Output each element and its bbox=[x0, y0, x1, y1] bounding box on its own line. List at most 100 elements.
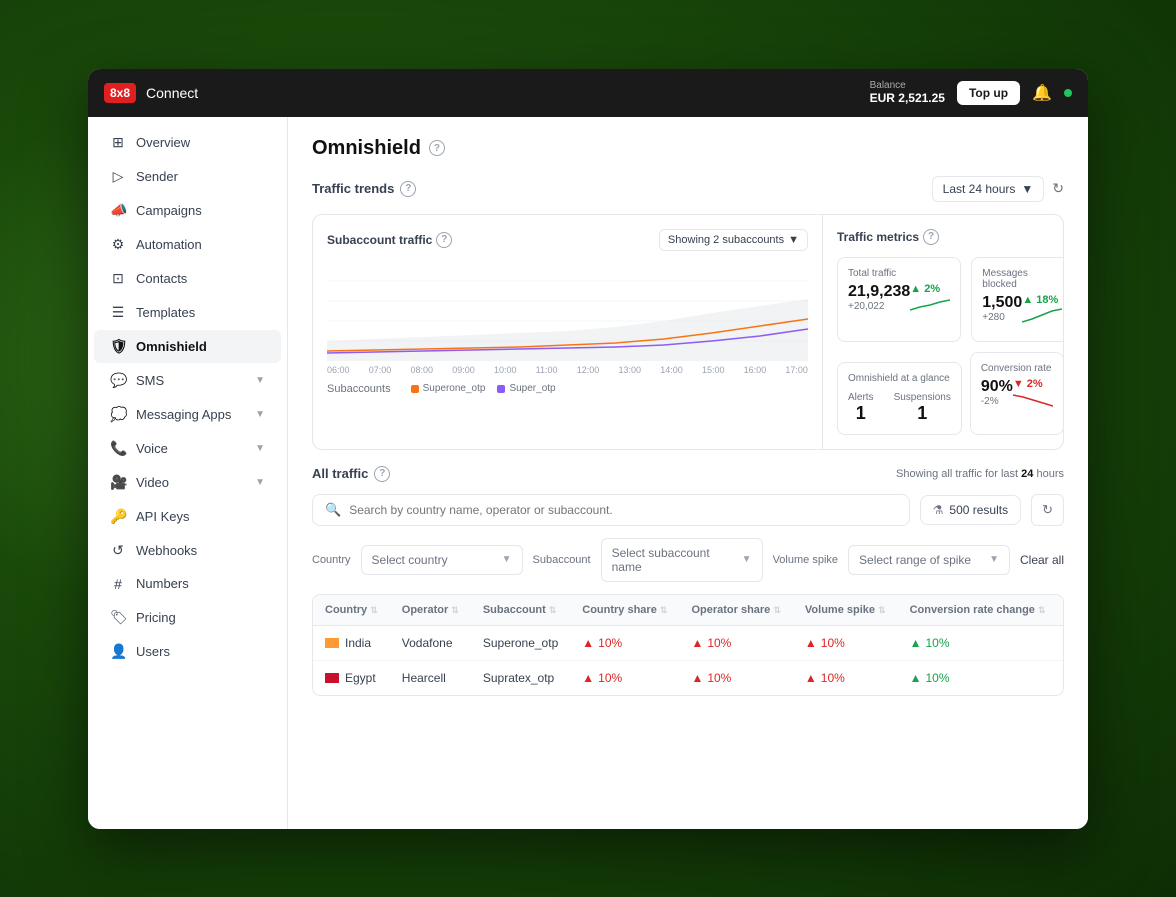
sidebar-item-automation[interactable]: ⚙ Automation bbox=[94, 228, 281, 261]
subaccount-filter-label: Subaccount bbox=[533, 554, 591, 566]
sidebar-item-label: Omnishield bbox=[136, 339, 207, 354]
sidebar-item-pricing[interactable]: 🏷 Pricing bbox=[94, 601, 281, 634]
table: Country ⇅ Operator ⇅ Subaccount ⇅ Countr… bbox=[313, 595, 1064, 695]
omnishield-glance-card: Omnishield at a glance Alerts 1 Suspensi… bbox=[837, 362, 962, 435]
bell-icon[interactable]: 🔔 bbox=[1032, 83, 1052, 103]
th-operator[interactable]: Operator ⇅ bbox=[390, 595, 471, 626]
chevron-down-icon: ▼ bbox=[255, 443, 265, 454]
refresh-table-button[interactable]: ↻ bbox=[1031, 494, 1064, 526]
filter-icon: ⚗ bbox=[933, 503, 944, 517]
th-operator-share[interactable]: Operator share ⇅ bbox=[679, 595, 792, 626]
search-input[interactable] bbox=[349, 503, 896, 517]
subaccounts-filter-button[interactable]: Showing 2 subaccounts ▼ bbox=[659, 229, 808, 251]
table-row: India Vodafone Superone_otp ▲ 10% ▲ 10% … bbox=[313, 625, 1064, 660]
glance-row: Alerts 1 Suspensions 1 bbox=[848, 392, 951, 424]
total-traffic-card: Total traffic 21,9,238 +20,022 ▲ 2% bbox=[837, 257, 961, 342]
volume-spike-filter-select[interactable]: Select range of spike ▼ bbox=[848, 545, 1010, 575]
sidebar-item-label: Overview bbox=[136, 135, 190, 150]
conversion-rate-sub: -2% bbox=[981, 396, 1013, 407]
th-volume-spike[interactable]: Volume spike ⇅ bbox=[793, 595, 898, 626]
messages-blocked-label: Messages blocked bbox=[982, 268, 1062, 290]
arrow-up-green-icon: ▲ bbox=[910, 671, 922, 685]
td-operator: Vodafone bbox=[390, 625, 471, 660]
conversion-rate-value: 90% bbox=[981, 378, 1013, 396]
refresh-button[interactable]: ↻ bbox=[1052, 180, 1064, 197]
bottom-metrics: Omnishield at a glance Alerts 1 Suspensi… bbox=[837, 352, 1049, 435]
sidebar-item-overview[interactable]: ⊞ Overview bbox=[94, 126, 281, 159]
th-subaccount[interactable]: Subaccount ⇅ bbox=[471, 595, 570, 626]
sidebar-item-numbers[interactable]: # Numbers bbox=[94, 568, 281, 600]
sidebar-item-label: Templates bbox=[136, 305, 195, 320]
th-conversion-rate-change[interactable]: Conversion rate change ⇅ bbox=[898, 595, 1058, 626]
sidebar-item-messaging-apps[interactable]: 💭 Messaging Apps ▼ bbox=[94, 398, 281, 431]
status-dot bbox=[1064, 89, 1072, 97]
messages-blocked-value: 1,500 bbox=[982, 294, 1022, 312]
metrics-info-icon[interactable]: ? bbox=[923, 229, 939, 245]
users-icon: 👤 bbox=[110, 643, 126, 660]
chart-section: Subaccount traffic ? Showing 2 subaccoun… bbox=[313, 215, 823, 449]
logo: 8x8 bbox=[104, 83, 136, 103]
all-traffic-info-icon[interactable]: ? bbox=[374, 466, 390, 482]
omnishield-info-icon[interactable]: ? bbox=[429, 140, 445, 156]
td-subaccount: Supratex_otp bbox=[471, 660, 570, 695]
glance-title: Omnishield at a glance bbox=[848, 373, 951, 384]
sidebar-item-sender[interactable]: ▷ Sender bbox=[94, 160, 281, 193]
suspensions-value: 1 bbox=[894, 403, 951, 424]
topup-button[interactable]: Top up bbox=[957, 81, 1020, 105]
chevron-down-icon: ▼ bbox=[742, 554, 752, 565]
sidebar-item-sms[interactable]: 💬 SMS ▼ bbox=[94, 364, 281, 397]
td-operator: Hearcell bbox=[390, 660, 471, 695]
th-country-share[interactable]: Country share ⇅ bbox=[570, 595, 679, 626]
sidebar-item-campaigns[interactable]: 📣 Campaigns bbox=[94, 194, 281, 227]
time-filter-button[interactable]: Last 24 hours ▼ bbox=[932, 176, 1045, 202]
td-operator-share: ▲ 10% bbox=[679, 660, 792, 695]
total-traffic-change: ▲ 2% bbox=[910, 283, 950, 295]
sms-icon: 💬 bbox=[110, 372, 126, 389]
arrow-up-icon: ▲ bbox=[805, 671, 817, 685]
td-country: India bbox=[313, 625, 390, 660]
chevron-down-icon: ▼ bbox=[255, 409, 265, 420]
arrow-up-icon: ▲ bbox=[582, 636, 594, 650]
sidebar-item-voice[interactable]: 📞 Voice ▼ bbox=[94, 432, 281, 465]
chart-legend: Subaccounts Superone_otp Super_otp bbox=[327, 383, 808, 395]
sidebar-item-video[interactable]: 🎥 Video ▼ bbox=[94, 466, 281, 499]
results-badge: ⚗ 500 results bbox=[920, 495, 1021, 525]
sidebar-item-users[interactable]: 👤 Users bbox=[94, 635, 281, 668]
webhooks-icon: ↺ bbox=[110, 542, 126, 559]
sidebar-item-contacts[interactable]: ⊡ Contacts bbox=[94, 262, 281, 295]
sidebar-item-api-keys[interactable]: 🔑 API Keys bbox=[94, 500, 281, 533]
conversion-sparkline bbox=[1013, 390, 1053, 410]
country-filter-select[interactable]: Select country ▼ bbox=[361, 545, 523, 575]
chart-info-icon[interactable]: ? bbox=[436, 232, 452, 248]
traffic-trends-info-icon[interactable]: ? bbox=[400, 181, 416, 197]
th-cost-incurred[interactable]: Cost incurred ⇅ bbox=[1058, 595, 1064, 626]
th-country[interactable]: Country ⇅ bbox=[313, 595, 390, 626]
td-cost-incurred: $200 bbox=[1058, 660, 1064, 695]
search-row: 🔍 ⚗ 500 results ↻ bbox=[312, 494, 1064, 526]
overview-icon: ⊞ bbox=[110, 134, 126, 151]
sidebar-item-omnishield[interactable]: 🛡 Omnishield bbox=[94, 330, 281, 363]
sidebar-item-templates[interactable]: ☰ Templates bbox=[94, 296, 281, 329]
conversion-rate-change: ▼ 2% bbox=[1013, 378, 1053, 390]
legend-superone: Superone_otp bbox=[411, 383, 486, 394]
sidebar-item-label: Numbers bbox=[136, 576, 189, 591]
x-axis-labels: 06:00 07:00 08:00 09:00 10:00 11:00 12:0… bbox=[327, 365, 808, 375]
messaging-apps-icon: 💭 bbox=[110, 406, 126, 423]
sidebar-item-label: Automation bbox=[136, 237, 202, 252]
clear-all-button[interactable]: Clear all bbox=[1020, 553, 1064, 567]
td-country-share: ▲ 10% bbox=[570, 660, 679, 695]
sidebar-item-label: Pricing bbox=[136, 610, 176, 625]
content: Omnishield ? Traffic trends ? Last 24 ho… bbox=[288, 117, 1088, 829]
messages-blocked-change: ▲ 18% bbox=[1022, 294, 1062, 306]
messages-blocked-card: Messages blocked 1,500 +280 ▲ 18% bbox=[971, 257, 1064, 342]
sidebar-item-label: API Keys bbox=[136, 509, 189, 524]
header: 8x8 Connect Balance EUR 2,521.25 Top up … bbox=[88, 69, 1088, 117]
total-traffic-sparkline bbox=[910, 295, 950, 315]
templates-icon: ☰ bbox=[110, 304, 126, 321]
sidebar-item-webhooks[interactable]: ↺ Webhooks bbox=[94, 534, 281, 567]
trends-card: Subaccount traffic ? Showing 2 subaccoun… bbox=[312, 214, 1064, 450]
sidebar: ⊞ Overview ▷ Sender 📣 Campaigns ⚙ Automa… bbox=[88, 117, 288, 829]
sidebar-item-label: Campaigns bbox=[136, 203, 202, 218]
total-traffic-value: 21,9,238 bbox=[848, 283, 910, 301]
subaccount-filter-select[interactable]: Select subaccount name ▼ bbox=[601, 538, 763, 582]
